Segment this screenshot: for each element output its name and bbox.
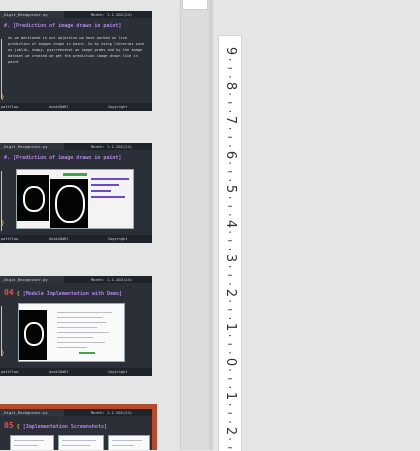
drawn-zero — [24, 322, 44, 346]
brace-open: { — [16, 424, 20, 430]
slide-number: 05 — [4, 421, 14, 430]
code-gutter — [1, 306, 6, 356]
ruler-number: 2 — [223, 426, 238, 435]
file-tab: _Digit_Recogniser.py — [0, 143, 64, 150]
title-text: [Prediction of image drawn in paint] — [13, 23, 122, 29]
slide-date: Month: 1.1.202(24) — [91, 410, 133, 415]
slide-date: Month: 1.1.202(24) — [91, 277, 133, 282]
code-line — [57, 327, 97, 328]
code-line — [57, 337, 93, 338]
ruler-number: 3 — [223, 253, 238, 263]
footer-right: Copyright — [108, 370, 128, 374]
file-tab: _Digit_Recogniser.py — [0, 409, 64, 416]
code-line — [57, 347, 87, 348]
title-text: [Prediction of image drawn in paint] — [13, 155, 122, 161]
footer-middle: AsaiGOdHl — [49, 237, 69, 241]
pane-divider[interactable] — [209, 0, 213, 450]
text-line — [14, 440, 44, 441]
footer-left: pattflow — [1, 105, 19, 109]
screenshot-left — [10, 435, 54, 450]
drawn-zero-left — [23, 186, 45, 212]
ruler-number: 0 — [223, 357, 238, 366]
ruler-number: 5 — [223, 184, 238, 194]
closing-brace: } — [1, 94, 5, 101]
slide-header: _Digit_Recogniser.py Month: 1.1.202(24) — [0, 143, 152, 150]
slide-title: #. [Prediction of image drawn in paint] — [4, 155, 121, 161]
slide-body-text: As we mentioned in out objective we have… — [8, 36, 145, 64]
slide-footer: pattflow AsaiGOdHl Copyright — [0, 235, 152, 243]
result-line — [91, 178, 129, 180]
closing-brace: } — [1, 220, 5, 227]
thumbnail-scrollbar[interactable] — [180, 0, 209, 450]
footer-left: pattflow — [1, 237, 19, 241]
ruler-number: 1 — [223, 322, 238, 332]
slide-footer: pattflow AsaiGOdHl Copyright — [0, 103, 152, 111]
title-text: [Implementation Screenshots] — [22, 424, 107, 430]
result-line — [91, 190, 111, 192]
slide-title: #. [Prediction of image drawn in paint] — [4, 23, 121, 29]
code-line — [57, 317, 103, 318]
slide-title: 04 { [Module Implementation with Demo] — [4, 288, 122, 297]
file-tab: _Digit_Recogniser.py — [0, 276, 64, 283]
slide-header: _Digit_Recogniser.py Month: 1.1.202(24) — [0, 409, 152, 416]
ruler-number: 6 — [223, 150, 238, 159]
code-line — [57, 322, 107, 323]
result-line — [91, 196, 125, 198]
file-tab: _Digit_Recogniser.py — [0, 11, 64, 18]
title-prefix: #. — [4, 23, 11, 29]
drawn-zero-main — [55, 185, 85, 223]
demo-screenshot — [18, 303, 125, 362]
footer-middle: AsaiGOdHl — [49, 370, 69, 374]
paint-screenshot — [16, 169, 134, 229]
text-line — [14, 445, 38, 446]
slide-title: 05 { [Implementation Screenshots] — [4, 421, 107, 430]
slide-date: Month: 1.1.202(24) — [91, 12, 133, 17]
code-line — [57, 332, 109, 333]
closing-brace: } — [1, 350, 5, 357]
slide-thumbnail-4[interactable]: _Digit_Recogniser.py Month: 1.1.202(24) … — [0, 404, 157, 450]
ruler-number: 8 — [223, 81, 238, 90]
slide-footer: pattflow AsaiGOdHl Copyright — [0, 368, 152, 376]
title-prefix: #. — [4, 155, 11, 161]
footer-left: pattflow — [1, 370, 19, 374]
ruler-number: 7 — [223, 115, 238, 125]
slide-header: _Digit_Recogniser.py Month: 1.1.202(24) — [0, 276, 152, 283]
ruler-number: 4 — [223, 219, 238, 228]
vertical-ruler: 9 8 7 6 5 4 3 2 1 0 1 2 — [218, 35, 242, 451]
status-bar — [79, 352, 95, 354]
slide-date: Month: 1.1.202(24) — [91, 144, 133, 149]
slide-thumbnail-2[interactable]: _Digit_Recogniser.py Month: 1.1.202(24) … — [0, 143, 152, 243]
screenshot-right — [108, 435, 150, 450]
ruler-number: 1 — [223, 391, 238, 401]
text-line — [62, 440, 96, 441]
brace-open: { — [16, 291, 20, 297]
code-line — [57, 312, 112, 313]
title-text: [Module Implementation with Demo] — [22, 291, 123, 297]
ruler-number: 9 — [223, 46, 238, 56]
text-line — [62, 445, 90, 446]
footer-middle: AsaiGOdHl — [49, 105, 69, 109]
prediction-bar — [63, 173, 87, 176]
result-line — [91, 184, 119, 186]
scrollbar-thumb[interactable] — [182, 0, 208, 10]
slide-thumbnail-3[interactable]: _Digit_Recogniser.py Month: 1.1.202(24) … — [0, 276, 152, 376]
footer-right: Copyright — [108, 105, 128, 109]
slide-thumbnail-1[interactable]: _Digit_Recogniser.py Month: 1.1.202(24) … — [0, 11, 152, 111]
ruler-number: 2 — [223, 288, 238, 297]
slide-number: 04 — [4, 288, 14, 297]
footer-right: Copyright — [108, 237, 128, 241]
code-line — [57, 342, 105, 343]
screenshot-middle — [58, 435, 104, 450]
code-gutter — [1, 39, 6, 99]
text-line — [112, 445, 134, 446]
slide-thumbnail-pane[interactable]: _Digit_Recogniser.py Month: 1.1.202(24) … — [0, 0, 180, 450]
slide-header: _Digit_Recogniser.py Month: 1.1.202(24) — [0, 11, 152, 18]
text-line — [112, 440, 142, 441]
